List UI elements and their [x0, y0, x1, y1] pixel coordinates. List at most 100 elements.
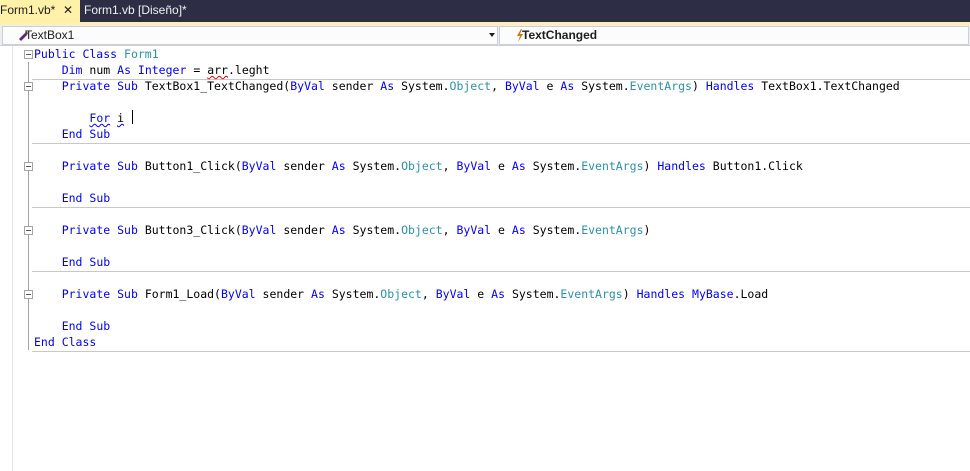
event-dropdown-value: TextChanged [522, 28, 598, 42]
keyword: ByVal [456, 159, 492, 173]
code-line-sub-button3-click[interactable]: Private Sub Button3_Click(ByVal sender A… [34, 222, 651, 238]
procedure-separator [32, 271, 970, 272]
chevron-down-icon[interactable] [489, 33, 495, 37]
tab-label: Form1.vb* [0, 3, 56, 17]
collapse-button1-click-icon[interactable] [24, 162, 33, 171]
keyword: As Integer [117, 63, 187, 77]
keyword: End Sub [61, 191, 111, 205]
keyword: For [89, 111, 111, 125]
identifier: System. [511, 287, 561, 301]
keyword: ByVal [290, 79, 325, 93]
text-caret [132, 110, 133, 124]
punctuation: , [442, 223, 450, 237]
identifier: TextBox1.TextChanged [761, 79, 900, 93]
identifier: e [477, 287, 485, 301]
collapse-button3-click-icon[interactable] [24, 226, 33, 235]
tab-label: Form1.vb [Diseño]* [84, 3, 187, 17]
type-name: Object [449, 79, 492, 93]
code-line-sub-textchanged[interactable]: Private Sub TextBox1_TextChanged(ByVal s… [34, 78, 900, 94]
keyword: ByVal [241, 159, 277, 173]
identifier: sender [283, 159, 325, 173]
type-name: Object [401, 223, 443, 237]
close-icon[interactable]: ✕ [63, 0, 73, 21]
keyword: End Class [34, 335, 97, 349]
keyword: Private Sub [61, 79, 138, 93]
collapse-class-icon[interactable] [24, 50, 33, 59]
identifier: e [498, 223, 505, 237]
identifier: .leght [227, 63, 270, 77]
procedure-separator [32, 207, 970, 208]
code-line-end-sub[interactable]: End Sub [34, 126, 110, 142]
identifier: sender [331, 79, 374, 93]
collapse-form1-load-icon[interactable] [24, 290, 33, 299]
keyword: Handles [636, 287, 686, 301]
tab-form1-vb[interactable]: Form1.vb* ✕ [0, 0, 80, 22]
outlining-guide [28, 62, 29, 350]
punctuation: ) [691, 79, 699, 93]
code-line-end-sub[interactable]: End Sub [34, 190, 110, 206]
punctuation: , [421, 287, 429, 301]
punctuation: ) [643, 159, 651, 173]
code-line-sub-button1-click[interactable]: Private Sub Button1_Click(ByVal sender A… [34, 158, 803, 174]
keyword: ByVal [456, 223, 492, 237]
editor-margin [0, 46, 13, 471]
code-line-class-declaration[interactable]: Public Class Form1 [34, 46, 159, 62]
identifier: System. [352, 223, 402, 237]
document-tab-strip: Form1.vb* ✕ Form1.vb [Diseño]* [0, 0, 970, 22]
punctuation: , [442, 159, 450, 173]
type-name: EventArgs [581, 159, 644, 173]
event-dropdown[interactable]: TextChanged [499, 26, 969, 45]
collapse-textchanged-icon[interactable] [24, 82, 33, 91]
keyword: As [331, 159, 346, 173]
type-name: Form1 [124, 47, 159, 61]
procedure-separator [32, 351, 970, 352]
punctuation: , [491, 79, 499, 93]
keyword: ByVal [220, 287, 256, 301]
identifier: System. [532, 159, 582, 173]
tab-form1-designer[interactable]: Form1.vb [Diseño]* [84, 0, 187, 22]
identifier: System. [532, 223, 582, 237]
identifier: System. [331, 287, 381, 301]
code-line-dim[interactable]: Dim num As Integer = arr.leght [34, 62, 270, 78]
object-dropdown-value: TextBox1 [25, 28, 75, 42]
keyword: End Sub [61, 127, 111, 141]
keyword: Public Class [34, 47, 118, 61]
keyword: As [560, 79, 575, 93]
keyword: Handles [657, 159, 706, 173]
object-dropdown[interactable]: TextBox1 [2, 26, 498, 45]
code-line-end-class[interactable]: End Class [34, 334, 96, 350]
keyword: End Sub [61, 319, 111, 333]
identifier: num [89, 63, 111, 77]
code-line-end-sub[interactable]: End Sub [34, 254, 110, 270]
punctuation: ) [643, 223, 651, 237]
procedure-separator [32, 143, 970, 144]
keyword: ByVal [504, 79, 540, 93]
keyword: As [331, 223, 346, 237]
code-editor[interactable]: Public Class Form1 Dim num As Integer = … [0, 46, 970, 471]
identifier: sender [262, 287, 305, 301]
type-name: EventArgs [560, 287, 623, 301]
keyword: As [380, 79, 395, 93]
keyword: As [491, 287, 506, 301]
keyword: Private Sub [61, 223, 138, 237]
code-line-sub-form1-load[interactable]: Private Sub Form1_Load(ByVal sender As S… [34, 286, 768, 302]
identifier: .Load [733, 287, 769, 301]
identifier: e [546, 79, 554, 93]
identifier: sender [283, 223, 325, 237]
error-identifier: arr [207, 63, 228, 77]
code-line-for[interactable]: For i [34, 110, 124, 126]
type-name: Object [401, 159, 443, 173]
type-name: EventArgs [629, 79, 692, 93]
keyword: MyBase [692, 287, 734, 301]
identifier: Button1.Click [712, 159, 803, 173]
keyword: End Sub [61, 255, 111, 269]
keyword: As [511, 159, 526, 173]
keyword: ByVal [241, 223, 277, 237]
identifier: System. [581, 79, 630, 93]
keyword: ByVal [435, 287, 471, 301]
keyword: Private Sub [61, 159, 138, 173]
keyword: As [311, 287, 325, 301]
identifier: System. [352, 159, 402, 173]
code-line-end-sub[interactable]: End Sub [34, 318, 110, 334]
identifier: Button1_Click( [144, 159, 242, 173]
